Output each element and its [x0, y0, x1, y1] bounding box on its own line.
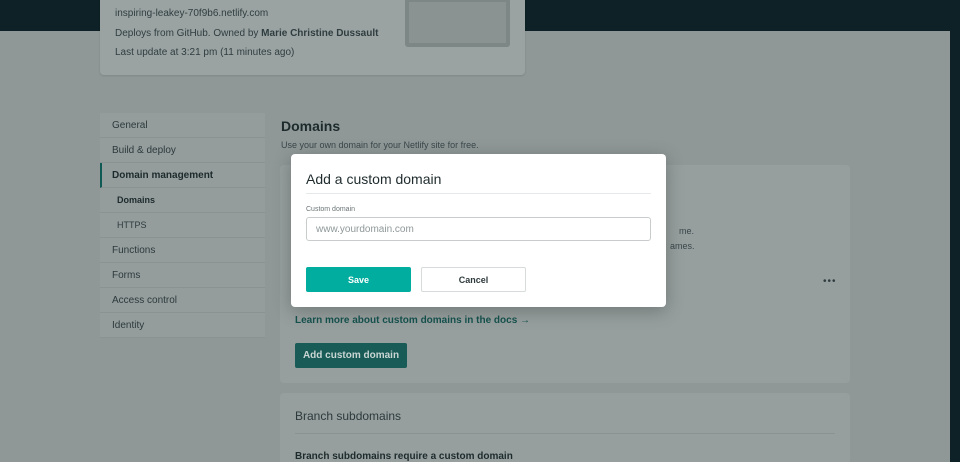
custom-domains-docs-link[interactable]: Learn more about custom domains in the d…: [295, 315, 530, 326]
sidebar-item-functions[interactable]: Functions: [100, 238, 265, 263]
add-custom-domain-modal: Add a custom domain Custom domain Save C…: [291, 154, 666, 307]
modal-title: Add a custom domain: [306, 171, 442, 187]
site-last-update: Last update at 3:21 pm (11 minutes ago): [115, 47, 295, 58]
sidebar-item-access-control[interactable]: Access control: [100, 288, 265, 313]
site-screenshot-thumbnail[interactable]: [405, 0, 510, 47]
site-owner: Marie Christine Dussault: [261, 28, 379, 39]
add-custom-domain-button[interactable]: Add custom domain: [295, 343, 407, 368]
page-title: Domains: [281, 118, 341, 134]
deploy-prefix: Deploys from GitHub. Owned by: [115, 28, 262, 39]
site-deploy-info: Deploys from GitHub. Owned by Marie Chri…: [115, 28, 378, 39]
sidebar-item-identity[interactable]: Identity: [100, 313, 265, 338]
sidebar-subitem-domains[interactable]: Domains: [100, 188, 265, 213]
ellipsis-icon[interactable]: •••: [823, 276, 837, 287]
scrollbar[interactable]: [950, 31, 960, 462]
panel-text-fragment: ames.: [670, 241, 695, 251]
sidebar-subitem-https[interactable]: HTTPS: [100, 213, 265, 238]
site-info-card: inspiring-leakey-70f9b6.netlify.com Depl…: [100, 0, 525, 75]
divider: [295, 433, 835, 434]
divider: [306, 193, 651, 194]
sidebar-item-domain-management[interactable]: Domain management: [100, 163, 265, 188]
page-subtitle: Use your own domain for your Netlify sit…: [281, 140, 479, 150]
branch-subdomains-panel: Branch subdomains Branch subdomains requ…: [280, 393, 850, 462]
custom-domain-label: Custom domain: [306, 206, 356, 213]
panel-text-fragment: me.: [679, 226, 695, 236]
save-button[interactable]: Save: [306, 267, 411, 292]
sidebar-item-build-deploy[interactable]: Build & deploy: [100, 138, 265, 163]
sidebar-item-forms[interactable]: Forms: [100, 263, 265, 288]
site-url[interactable]: inspiring-leakey-70f9b6.netlify.com: [115, 8, 268, 19]
branch-subdomains-note: Branch subdomains require a custom domai…: [295, 451, 513, 462]
cancel-button[interactable]: Cancel: [421, 267, 526, 292]
settings-sidebar: General Build & deploy Domain management…: [100, 113, 265, 338]
thumbnail-preview: [409, 2, 506, 43]
branch-subdomains-title: Branch subdomains: [295, 409, 402, 423]
custom-domain-input[interactable]: [306, 217, 651, 241]
sidebar-item-general[interactable]: General: [100, 113, 265, 138]
